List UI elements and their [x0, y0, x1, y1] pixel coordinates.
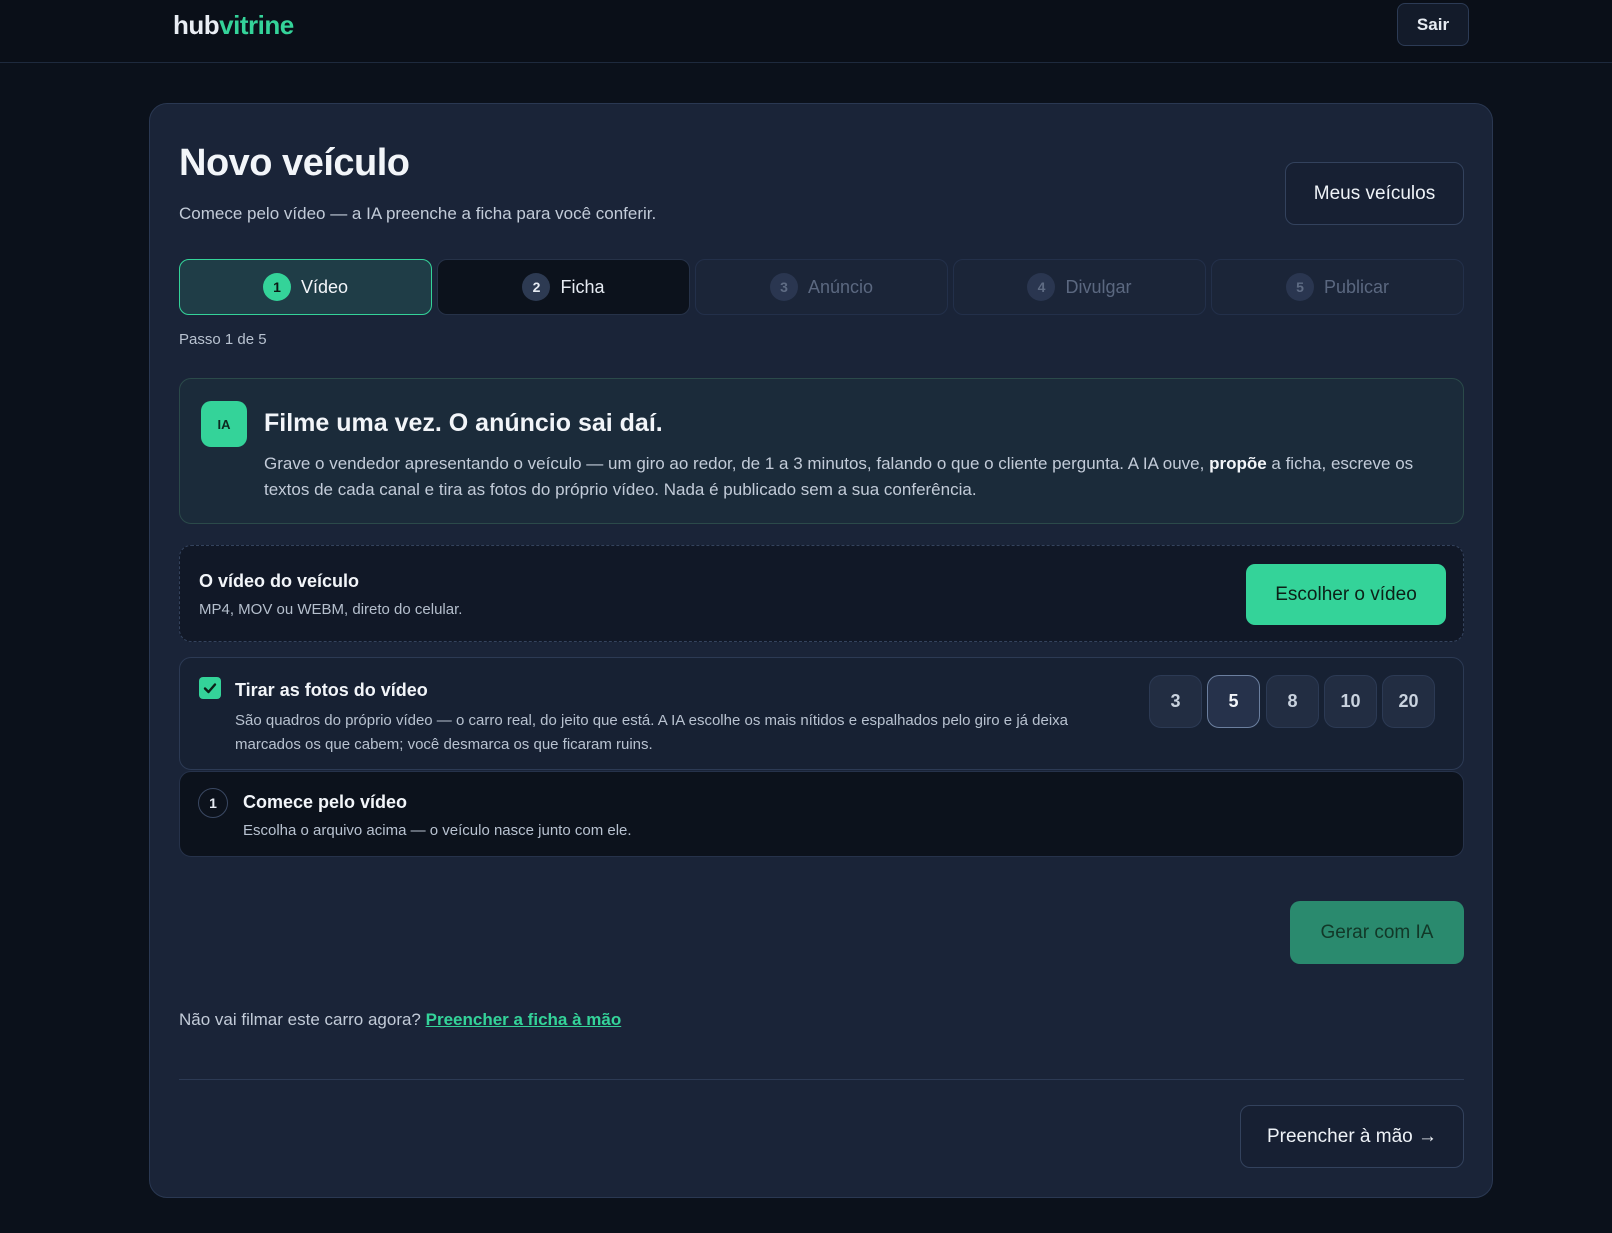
ia-text-bold: propõe	[1209, 454, 1267, 473]
my-vehicles-button[interactable]: Meus veículos	[1285, 162, 1464, 225]
status-step-number: 1	[198, 788, 228, 818]
step-anuncio: 3 Anúncio	[695, 259, 948, 315]
extract-photos-title: Tirar as fotos do vídeo	[235, 680, 428, 700]
step-number: 4	[1027, 273, 1056, 301]
logo-part-vitrine: vitrine	[219, 10, 294, 40]
manual-fill-prompt: Não vai filmar este carro agora? Preench…	[179, 1010, 621, 1030]
ia-badge-icon: IA	[201, 401, 247, 447]
ia-info-box: IA Filme uma vez. O anúncio sai daí. Gra…	[179, 378, 1464, 524]
fill-manually-button[interactable]: Preencher à mão →	[1240, 1105, 1464, 1168]
checkmark-icon	[203, 683, 217, 694]
divider	[179, 1079, 1464, 1080]
extract-photos-description: São quadros do próprio vídeo — o carro r…	[235, 712, 1069, 753]
manual-fill-link[interactable]: Preencher a ficha à mão	[426, 1010, 622, 1029]
extract-photos-checkbox[interactable]	[199, 677, 221, 699]
step-label: Anúncio	[807, 276, 874, 297]
manual-question: Não vai filmar este carro agora?	[179, 1010, 421, 1029]
logo[interactable]: hubvitrine	[173, 10, 294, 41]
status-title: Comece pelo vídeo	[243, 792, 408, 812]
extract-photos-box: Tirar as fotos do vídeo São quadros do p…	[179, 657, 1464, 770]
ia-text-start: Grave o vendedor apresentando o veículo …	[264, 454, 1210, 473]
step-divulgar: 4 Divulgar	[953, 259, 1206, 315]
status-box: 1 Comece pelo vídeo Escolha o arquivo ac…	[179, 771, 1464, 857]
ia-description: Grave o vendedor apresentando o veículo …	[264, 451, 1414, 503]
top-bar: hubvitrine Sair	[0, 0, 1612, 63]
new-vehicle-card: Novo veículo Comece pelo vídeo — a IA pr…	[149, 103, 1493, 1198]
video-upload-box[interactable]: O vídeo do veículo MP4, MOV ou WEBM, dir…	[179, 545, 1464, 642]
step-publicar: 5 Publicar	[1211, 259, 1464, 315]
step-progress-text: Passo 1 de 5	[179, 331, 267, 348]
video-title: O vídeo do veículo	[199, 571, 360, 591]
photo-count-option-selected[interactable]: 5	[1207, 675, 1260, 728]
step-number: 1	[262, 273, 291, 301]
ia-heading: Filme uma vez. O anúncio sai daí.	[264, 409, 663, 437]
status-text: Escolha o arquivo acima — o veículo nasc…	[243, 822, 632, 839]
step-number: 5	[1285, 273, 1314, 301]
step-video[interactable]: 1 Vídeo	[179, 259, 432, 315]
photo-count-option[interactable]: 10	[1324, 675, 1377, 728]
step-label: Ficha	[560, 276, 605, 297]
step-ficha[interactable]: 2 Ficha	[437, 259, 690, 315]
stepper: 1 Vídeo 2 Ficha 3 Anúncio 4 Divulgar 5 P…	[179, 259, 1465, 315]
photo-count-option[interactable]: 20	[1382, 675, 1435, 728]
generate-with-ai-button[interactable]: Gerar com IA	[1290, 901, 1464, 964]
page-title: Novo veículo	[179, 142, 410, 184]
step-number: 2	[522, 273, 551, 301]
video-format-hint: MP4, MOV ou WEBM, direto do celular.	[199, 601, 463, 618]
step-number: 3	[769, 273, 798, 301]
photo-count-option[interactable]: 8	[1266, 675, 1319, 728]
step-label: Publicar	[1323, 276, 1390, 297]
logout-button[interactable]: Sair	[1397, 3, 1469, 46]
step-label: Vídeo	[300, 276, 349, 297]
page-subtitle: Comece pelo vídeo — a IA preenche a fich…	[179, 204, 657, 223]
choose-video-button[interactable]: Escolher o vídeo	[1246, 564, 1446, 625]
logo-part-hub: hub	[173, 10, 220, 40]
photo-count-option[interactable]: 3	[1149, 675, 1202, 728]
step-label: Divulgar	[1065, 276, 1132, 297]
